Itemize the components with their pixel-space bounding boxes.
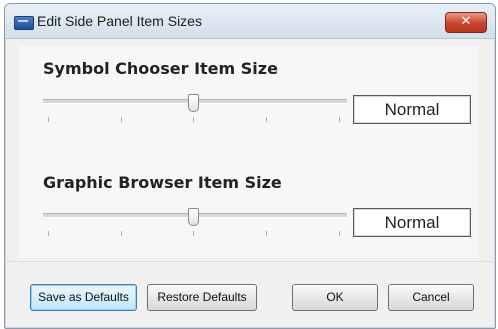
symbol-chooser-slider-thumb[interactable] bbox=[188, 94, 199, 112]
sizes-panel: Symbol Chooser Item Size Normal Graphic … bbox=[19, 46, 478, 258]
slider-tick bbox=[121, 231, 122, 236]
cancel-button[interactable]: Cancel bbox=[388, 284, 474, 311]
slider-tick bbox=[48, 231, 49, 236]
window-title: Edit Side Panel Item Sizes bbox=[37, 13, 202, 29]
app-window-icon bbox=[14, 16, 34, 30]
slider-tick bbox=[339, 117, 340, 122]
symbol-chooser-label: Symbol Chooser Item Size bbox=[43, 59, 278, 78]
slider-tick bbox=[48, 117, 49, 122]
slider-tick bbox=[193, 117, 194, 122]
graphic-browser-size-value: Normal bbox=[353, 208, 471, 237]
title-bar[interactable]: Edit Side Panel Item Sizes ✕ bbox=[5, 4, 495, 39]
symbol-chooser-size-value: Normal bbox=[353, 95, 471, 124]
graphic-browser-slider-thumb[interactable] bbox=[188, 208, 199, 226]
save-as-defaults-button[interactable]: Save as Defaults bbox=[30, 284, 137, 311]
close-button[interactable]: ✕ bbox=[445, 12, 487, 33]
edit-side-panel-dialog: Edit Side Panel Item Sizes ✕ Symbol Choo… bbox=[4, 3, 496, 329]
slider-tick bbox=[339, 231, 340, 236]
graphic-browser-label: Graphic Browser Item Size bbox=[43, 173, 282, 192]
slider-tick bbox=[121, 117, 122, 122]
close-icon: ✕ bbox=[460, 14, 472, 29]
slider-tick bbox=[266, 117, 267, 122]
slider-tick bbox=[193, 231, 194, 236]
restore-defaults-button[interactable]: Restore Defaults bbox=[147, 284, 257, 311]
button-divider bbox=[5, 261, 495, 262]
slider-tick bbox=[266, 231, 267, 236]
ok-button[interactable]: OK bbox=[292, 284, 378, 311]
